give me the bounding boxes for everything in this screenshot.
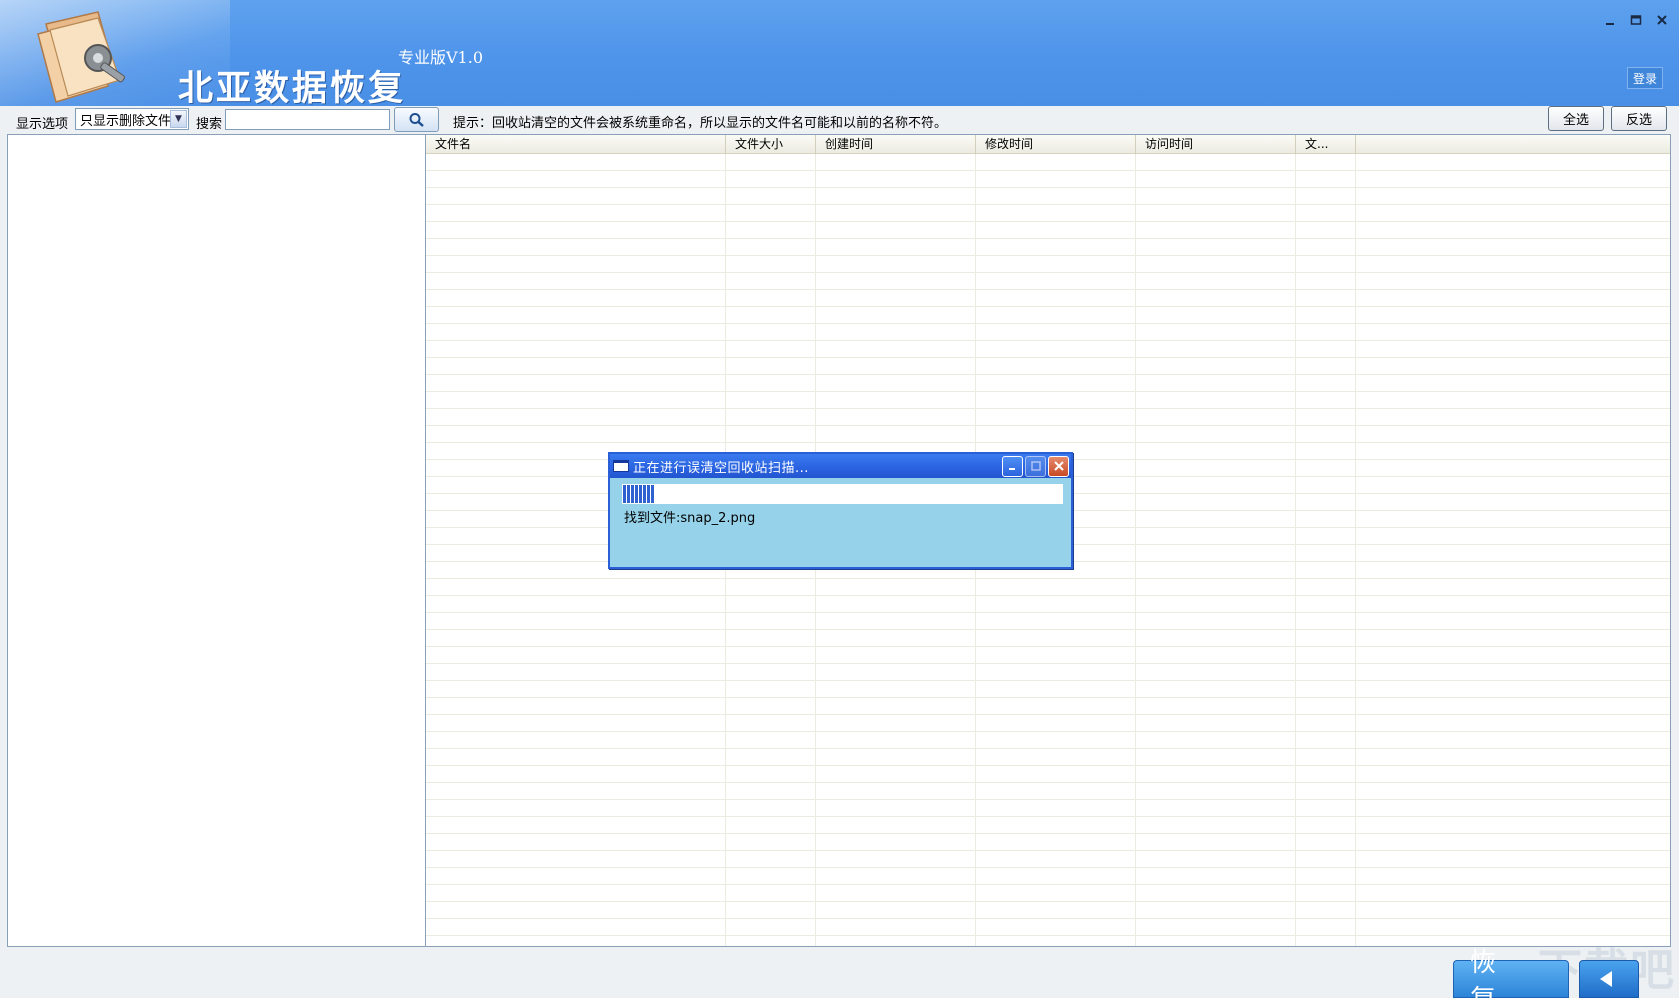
app-header: 北亚数据恢复 专业版V1.0 登录 (0, 0, 1679, 106)
search-input[interactable] (225, 109, 390, 130)
column-header-modified[interactable]: 修改时间 (976, 135, 1136, 154)
chevron-down-icon[interactable]: ▼ (170, 110, 187, 128)
scan-progress-bar (622, 484, 1063, 504)
dialog-title: 正在进行误清空回收站扫描... (633, 460, 809, 476)
folder-key-logo-icon (37, 11, 126, 103)
folder-tree-pane[interactable] (7, 134, 426, 947)
window-controls (1599, 10, 1673, 30)
scan-progress-dialog: 正在进行误清空回收站扫描... 找到文件:snap_2.png (608, 452, 1073, 569)
column-header-type[interactable]: 文... (1296, 135, 1356, 154)
minimize-icon[interactable] (1599, 10, 1621, 30)
search-label: 搜索 (196, 117, 223, 132)
display-option-value: 只显示删除文件 (80, 113, 172, 129)
login-button[interactable]: 登录 (1627, 67, 1663, 89)
arrow-left-icon (1600, 971, 1612, 987)
search-button[interactable] (394, 107, 439, 132)
column-header-name[interactable]: 文件名 (426, 135, 726, 154)
close-icon[interactable] (1651, 10, 1673, 30)
back-button[interactable] (1579, 960, 1639, 998)
window-icon (613, 460, 629, 472)
dialog-maximize-icon (1025, 455, 1046, 477)
scan-progress-fill (623, 485, 654, 503)
dialog-close-icon[interactable] (1048, 455, 1069, 477)
toolbar: 显示选项 只显示删除文件 ▼ 搜索 提示：回收站清空的文件会被系统重命名，所以显… (0, 106, 1679, 133)
edition-label: 专业版V1.0 (398, 48, 484, 67)
search-icon (409, 112, 424, 127)
found-file-text: 找到文件:snap_2.png (624, 511, 756, 526)
column-header-size[interactable]: 文件大小 (726, 135, 816, 154)
dialog-titlebar[interactable]: 正在进行误清空回收站扫描... (610, 454, 1071, 478)
restore-button[interactable]: 恢 复 (1453, 948, 1569, 998)
invert-selection-button[interactable]: 反选 (1611, 106, 1667, 131)
display-options-label: 显示选项 (16, 117, 69, 132)
maximize-icon[interactable] (1625, 10, 1647, 30)
dialog-minimize-icon[interactable] (1002, 455, 1023, 477)
column-header-created[interactable]: 创建时间 (816, 135, 976, 154)
column-header-accessed[interactable]: 访问时间 (1136, 135, 1296, 154)
file-list-header: 文件名 文件大小 创建时间 修改时间 访问时间 文... (426, 135, 1670, 154)
hint-text: 提示：回收站清空的文件会被系统重命名，所以显示的文件名可能和以前的名称不符。 (453, 116, 948, 131)
select-all-button[interactable]: 全选 (1548, 106, 1604, 131)
app-title: 北亚数据恢复 (178, 69, 407, 106)
display-option-select[interactable]: 只显示删除文件 ▼ (75, 108, 189, 130)
